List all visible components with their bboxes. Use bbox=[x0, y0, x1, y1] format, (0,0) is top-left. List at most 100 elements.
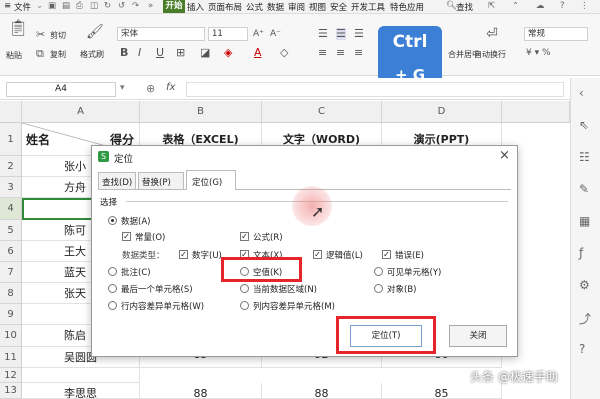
tab-formula[interactable]: 公式 bbox=[246, 1, 263, 13]
formula-icon[interactable]: ƒ bbox=[579, 246, 583, 260]
align-top-icon[interactable]: ☰ bbox=[318, 28, 328, 40]
row-header[interactable]: 4 bbox=[0, 198, 22, 220]
share-icon[interactable]: ⇱ bbox=[488, 1, 495, 11]
fx-icon[interactable]: fx bbox=[166, 82, 175, 93]
pointer-icon[interactable]: ⇖ bbox=[579, 118, 589, 132]
redo-icon[interactable]: ↻ bbox=[104, 1, 111, 11]
border-icon[interactable]: ⊞ bbox=[176, 47, 185, 59]
scissors-icon[interactable]: ✂ bbox=[36, 29, 45, 41]
row-header[interactable]: 13 bbox=[0, 383, 22, 399]
tab-security[interactable]: 安全 bbox=[330, 1, 347, 13]
tab-view[interactable]: 视图 bbox=[309, 1, 326, 13]
name-box[interactable]: A4 bbox=[6, 82, 116, 97]
align-bottom-icon[interactable]: ☰ bbox=[354, 28, 364, 40]
underline-icon[interactable]: U bbox=[156, 47, 164, 59]
settings-icon[interactable]: ⚙ bbox=[579, 278, 590, 292]
chevron-left-icon[interactable]: ‹ bbox=[579, 86, 584, 100]
print-icon[interactable]: ⎙ bbox=[76, 1, 83, 11]
italic-icon[interactable]: I bbox=[138, 47, 141, 59]
tab-replace[interactable]: 替换(P) bbox=[138, 172, 184, 189]
format-painter-button[interactable]: 格式刷 bbox=[80, 49, 104, 60]
align-center-icon[interactable]: ≡ bbox=[336, 47, 345, 59]
search-label[interactable]: 查找 bbox=[456, 1, 473, 13]
tab-goto[interactable]: 定位(G) bbox=[186, 170, 236, 190]
radio-data[interactable] bbox=[108, 216, 117, 225]
column-header-b[interactable]: B bbox=[140, 101, 262, 123]
name-cell-empty[interactable] bbox=[22, 368, 140, 383]
zoom-icon[interactable]: ⊕ bbox=[146, 82, 155, 95]
fill-bucket-icon[interactable]: ◈ bbox=[224, 47, 232, 59]
radio-current-region[interactable] bbox=[240, 284, 249, 293]
copy-icon[interactable]: ⧉ bbox=[36, 48, 44, 60]
more-options-icon[interactable]: ⋮ bbox=[580, 1, 589, 11]
row-header[interactable]: 9 bbox=[0, 304, 22, 325]
tab-start[interactable]: 开始 bbox=[163, 0, 185, 13]
paste-label[interactable]: 粘贴 bbox=[6, 50, 22, 61]
copy-button[interactable]: 复制 bbox=[50, 49, 66, 60]
list-icon[interactable]: ☷ bbox=[579, 150, 590, 164]
currency-icon[interactable]: ¥ ▾ % bbox=[526, 47, 551, 59]
file-menu[interactable]: 文件 bbox=[14, 1, 31, 13]
tab-find[interactable]: 查找(D) bbox=[98, 172, 136, 189]
column-header-d[interactable]: D bbox=[382, 101, 502, 123]
checkbox-error[interactable]: ✓ bbox=[382, 250, 391, 259]
checkbox-logic[interactable]: ✓ bbox=[313, 250, 322, 259]
row-header[interactable]: 2 bbox=[0, 156, 22, 177]
folder-icon[interactable]: ▤ bbox=[62, 1, 70, 11]
score-cell[interactable]: 85 bbox=[382, 383, 502, 399]
format-painter-icon[interactable]: 🖌︎ bbox=[86, 25, 104, 39]
tab-page-layout[interactable]: 页面布局 bbox=[208, 1, 242, 13]
score-cell[interactable]: 88 bbox=[262, 383, 382, 399]
close-icon[interactable]: × bbox=[499, 148, 510, 163]
grow-font-icon[interactable]: A⁺ bbox=[253, 28, 264, 40]
magic-icon[interactable]: ✎ bbox=[579, 182, 589, 196]
row-header[interactable]: 10 bbox=[0, 325, 22, 347]
help-sidebar-icon[interactable]: ? bbox=[579, 342, 585, 356]
shrink-font-icon[interactable]: A⁻ bbox=[270, 28, 281, 40]
cut-button[interactable]: 剪切 bbox=[50, 30, 66, 41]
align-left-icon[interactable]: ≡ bbox=[318, 47, 327, 59]
font-color-icon[interactable]: A bbox=[254, 47, 262, 59]
app-menu-icon[interactable]: ≡ bbox=[4, 1, 11, 11]
row-header[interactable]: 5 bbox=[0, 220, 22, 241]
tab-data[interactable]: 数据 bbox=[267, 1, 284, 13]
close-button[interactable]: 关闭 bbox=[449, 325, 507, 347]
radio-visible-cells[interactable] bbox=[374, 267, 383, 276]
column-header-c[interactable]: C bbox=[262, 101, 382, 123]
align-right-icon[interactable]: ≡ bbox=[354, 47, 363, 59]
font-size-select[interactable]: 11 bbox=[208, 27, 248, 41]
row-header[interactable]: 6 bbox=[0, 241, 22, 262]
align-middle-icon[interactable]: ☰ bbox=[336, 28, 346, 40]
radio-comment[interactable] bbox=[108, 267, 117, 276]
paste-icon[interactable]: 📋︎ bbox=[8, 20, 28, 36]
number-format-select[interactable]: 常规 bbox=[524, 27, 588, 41]
wrap-text-icon[interactable]: ⏎ bbox=[486, 27, 498, 41]
name-box-dropdown-icon[interactable]: ▾ bbox=[120, 83, 125, 93]
row-header[interactable]: 8 bbox=[0, 283, 22, 304]
radio-last-cell[interactable] bbox=[108, 284, 117, 293]
row-header[interactable]: 1 bbox=[0, 123, 22, 156]
more-icon[interactable]: » bbox=[148, 1, 153, 11]
bold-icon[interactable]: B bbox=[120, 47, 128, 59]
collapse-icon[interactable]: ⌃ bbox=[512, 1, 519, 11]
wrap-text-button[interactable]: 自动换行 bbox=[474, 49, 506, 60]
redo-arrow-icon[interactable]: ↷ bbox=[132, 1, 139, 11]
checkbox-formula[interactable]: ✓ bbox=[240, 232, 249, 241]
radio-row-diff[interactable] bbox=[108, 301, 117, 310]
fill-color-icon[interactable]: ◪ bbox=[200, 47, 210, 59]
help-icon[interactable]: ? bbox=[560, 1, 565, 11]
undo-icon[interactable]: ↺ bbox=[118, 1, 125, 11]
clear-icon[interactable]: ◇ bbox=[280, 47, 288, 59]
radio-objects[interactable] bbox=[374, 284, 383, 293]
tab-review[interactable]: 审阅 bbox=[288, 1, 305, 13]
share-sidebar-icon[interactable]: ⤴ bbox=[579, 310, 591, 327]
row-header[interactable]: 11 bbox=[0, 347, 22, 368]
formula-input[interactable] bbox=[186, 82, 564, 97]
name-cell[interactable]: 李思思 bbox=[22, 383, 140, 399]
column-header-e[interactable] bbox=[502, 101, 570, 123]
tab-insert[interactable]: 插入 bbox=[187, 1, 204, 13]
row-header[interactable]: 12 bbox=[0, 368, 22, 383]
chart-icon[interactable]: ▦ bbox=[579, 214, 590, 228]
checkbox-number[interactable]: ✓ bbox=[179, 250, 188, 259]
save-icon[interactable]: ▣ bbox=[48, 1, 56, 11]
